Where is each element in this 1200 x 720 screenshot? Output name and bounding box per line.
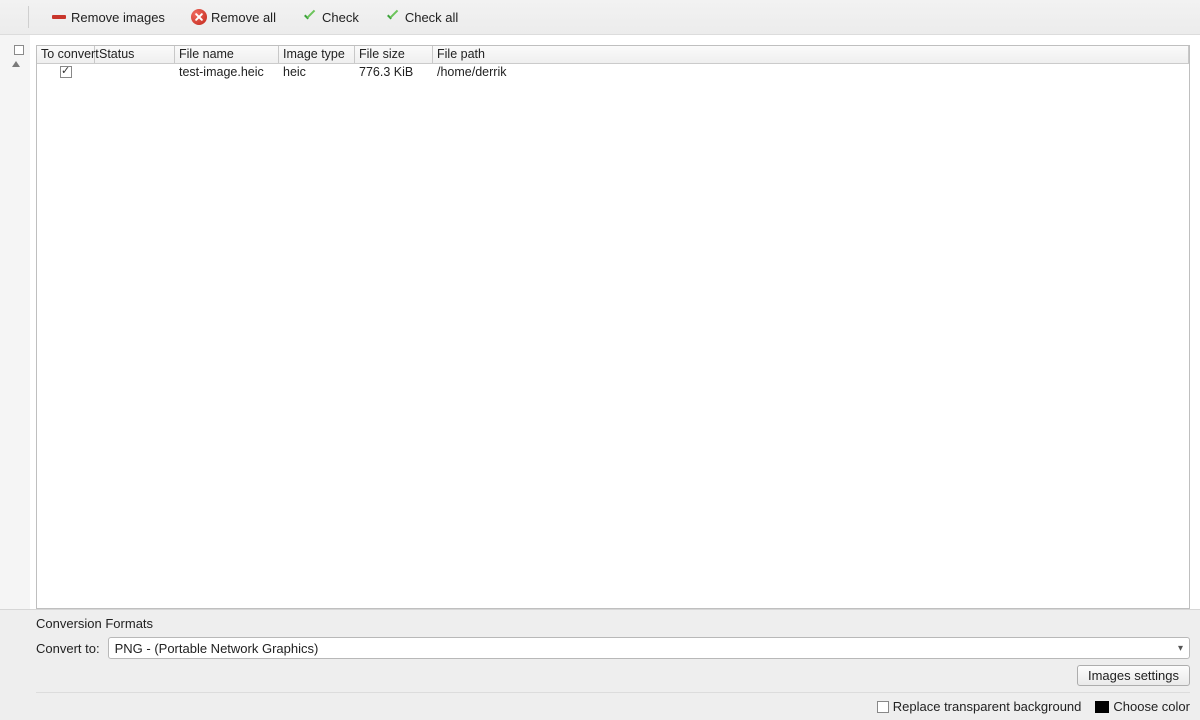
cell-filename: test-image.heic [175, 64, 279, 82]
replace-bg-label: Replace transparent background [893, 699, 1082, 714]
remove-all-label: Remove all [211, 10, 276, 25]
col-header-filename[interactable]: File name [175, 46, 279, 63]
cell-filesize: 776.3 KiB [355, 64, 433, 82]
checkbox-box [877, 701, 889, 713]
remove-all-icon [191, 9, 207, 25]
cell-status [95, 64, 175, 82]
toolbar-separator [28, 6, 29, 28]
table-row[interactable]: test-image.heic heic 776.3 KiB /home/der… [37, 64, 1189, 82]
file-table[interactable]: To convert Status File name Image type F… [36, 45, 1190, 609]
remove-images-label: Remove images [71, 10, 165, 25]
images-settings-label: Images settings [1088, 668, 1179, 683]
toolbar: Remove images Remove all Check Check all [0, 0, 1200, 35]
chevron-down-icon: ▾ [1178, 643, 1183, 654]
left-gutter [0, 35, 30, 609]
conversion-panel: Conversion Formats Convert to: PNG - (Po… [0, 609, 1200, 720]
main-area: To convert Status File name Image type F… [0, 35, 1200, 609]
col-header-status[interactable]: Status [95, 46, 175, 63]
check-all-label: Check all [405, 10, 458, 25]
col-header-convert[interactable]: To convert [37, 46, 95, 63]
separator [36, 692, 1190, 693]
cell-imgtype: heic [279, 64, 355, 82]
scroll-up-icon[interactable] [12, 61, 20, 67]
table-header: To convert Status File name Image type F… [37, 46, 1189, 64]
replace-transparent-bg-checkbox[interactable]: Replace transparent background [877, 699, 1082, 714]
color-swatch-icon [1095, 701, 1109, 713]
check-icon [302, 9, 318, 25]
col-header-filepath[interactable]: File path [433, 46, 1189, 63]
convert-to-value: PNG - (Portable Network Graphics) [115, 641, 319, 656]
choose-color-button[interactable]: Choose color [1095, 699, 1190, 714]
check-all-button[interactable]: Check all [381, 7, 462, 27]
check-button[interactable]: Check [298, 7, 363, 27]
convert-to-label: Convert to: [36, 641, 100, 656]
choose-color-label: Choose color [1113, 699, 1190, 714]
cell-filepath: /home/derrik [433, 64, 1189, 82]
check-all-icon [385, 9, 401, 25]
images-settings-button[interactable]: Images settings [1077, 665, 1190, 686]
expand-handle-icon[interactable] [14, 45, 24, 55]
col-header-imgtype[interactable]: Image type [279, 46, 355, 63]
convert-to-combobox[interactable]: PNG - (Portable Network Graphics) ▾ [108, 637, 1190, 659]
check-label: Check [322, 10, 359, 25]
col-header-filesize[interactable]: File size [355, 46, 433, 63]
remove-icon [51, 9, 67, 25]
conversion-formats-label: Conversion Formats [36, 612, 1190, 637]
remove-images-button[interactable]: Remove images [47, 7, 169, 27]
remove-all-button[interactable]: Remove all [187, 7, 280, 27]
row-checkbox[interactable] [60, 66, 72, 78]
